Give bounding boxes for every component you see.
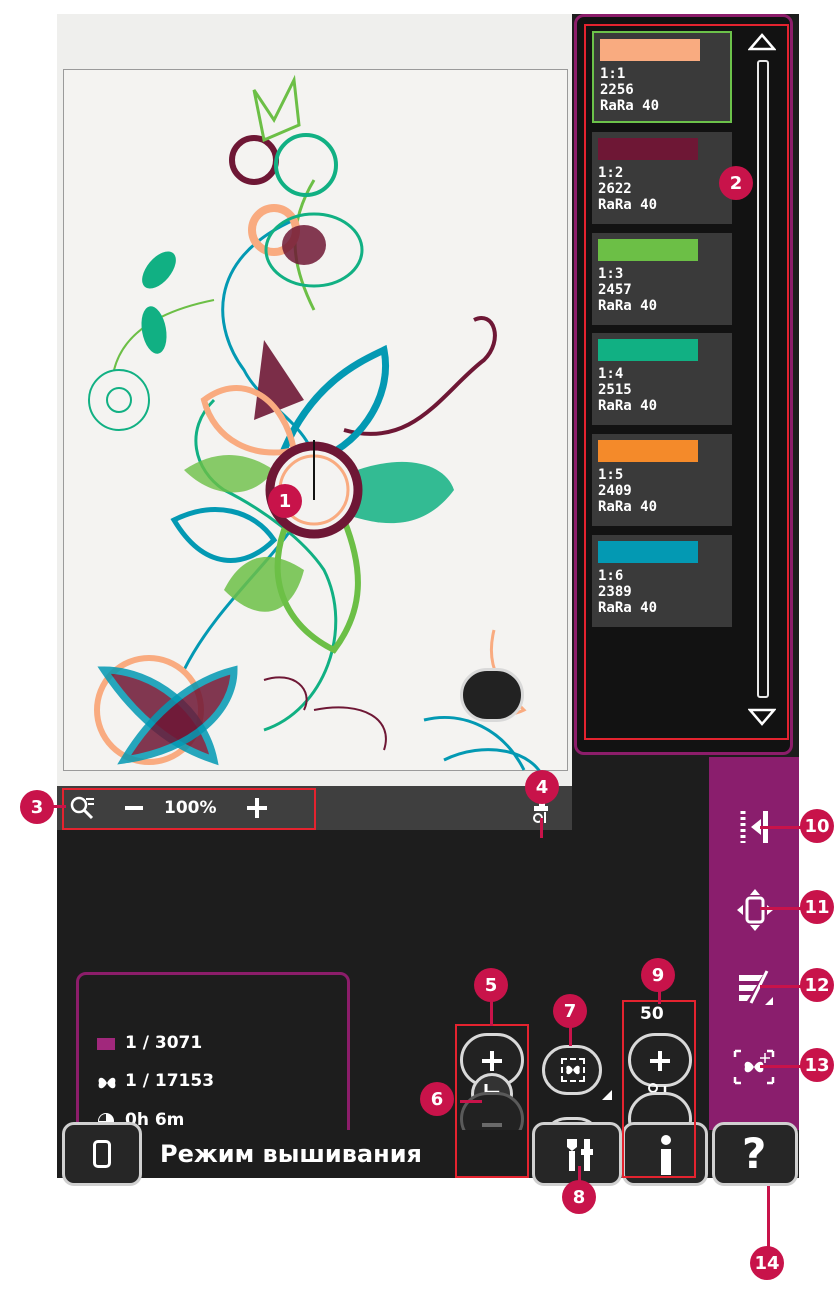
- callout-badge-14: 14: [750, 1246, 784, 1280]
- leader-6: [460, 1100, 482, 1103]
- callout-badge-9: 9: [641, 958, 675, 992]
- help-button[interactable]: ?: [712, 1122, 798, 1186]
- leader-10: [760, 826, 804, 829]
- callout-badge-8: 8: [562, 1180, 596, 1214]
- callout-badge-10: 10: [800, 809, 834, 843]
- leader-9: [658, 990, 661, 1004]
- callout-badge-11: 11: [800, 890, 834, 924]
- callout-badge-4: 4: [525, 770, 559, 804]
- color-block-counter: 1 / 3071: [125, 1033, 203, 1053]
- leader-13: [760, 1065, 804, 1068]
- leader-14: [767, 1186, 770, 1252]
- callout-outline-3: [62, 788, 316, 830]
- hoop-position-icon[interactable]: [737, 889, 773, 931]
- color-block-icon: [97, 1038, 115, 1050]
- embroidery-sidebar: [709, 757, 799, 1177]
- leader-5: [490, 1000, 493, 1026]
- callout-badge-3: 3: [20, 790, 54, 824]
- callout-outline-2: [584, 24, 789, 740]
- callout-badge-7: 7: [553, 994, 587, 1028]
- callout-badge-12: 12: [800, 968, 834, 1002]
- leader-7: [569, 1026, 572, 1046]
- callout-badge-13: 13: [800, 1048, 834, 1082]
- leader-3: [52, 805, 66, 808]
- hoop-area[interactable]: [63, 69, 568, 781]
- callout-badge-6: 6: [420, 1082, 454, 1116]
- mode-title: Режим вышивания: [160, 1140, 422, 1168]
- callout-outline-9: [622, 1000, 696, 1178]
- leader-11: [760, 907, 804, 910]
- leader-4: [540, 818, 543, 838]
- callout-badge-1: 1: [268, 484, 302, 518]
- leader-12: [760, 985, 804, 988]
- monochrome-button[interactable]: [542, 1045, 602, 1095]
- butterfly-icon: [566, 1065, 580, 1075]
- butterfly-icon: [98, 1077, 116, 1089]
- mode-switch-button[interactable]: [62, 1122, 142, 1186]
- help-icon: ?: [742, 1129, 767, 1178]
- step-forward-button[interactable]: [460, 668, 524, 722]
- stitch-counter: 1 / 17153: [125, 1071, 215, 1091]
- callout-badge-2: 2: [719, 166, 753, 200]
- settings-button[interactable]: [532, 1122, 622, 1186]
- callout-badge-5: 5: [474, 968, 508, 1002]
- embroidery-design: [88, 74, 546, 781]
- options-corner-icon: [602, 1090, 612, 1100]
